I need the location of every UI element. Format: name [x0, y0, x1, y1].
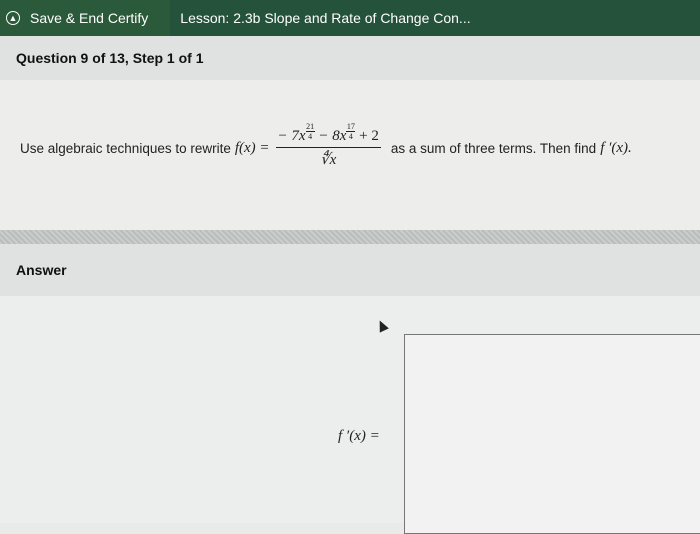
term-1: − 7x: [277, 128, 306, 144]
answer-input-box[interactable]: [404, 334, 700, 534]
exponent-2: 17 4: [346, 122, 356, 141]
lesson-title: Lesson: 2.3b Slope and Rate of Change Co…: [170, 0, 700, 36]
find-expression: f ′(x).: [600, 140, 632, 156]
exponent-1-den: 4: [308, 132, 313, 141]
function-fraction: − 7x 21 4 − 8x 17 4 + 2 ∜x: [275, 122, 381, 169]
save-and-end-button[interactable]: ▲ Save & End Certify: [0, 0, 170, 36]
save-label: Save & End Certify: [30, 10, 149, 26]
answer-label: f ′(x) =: [338, 428, 380, 444]
term-3: + 2: [355, 128, 379, 144]
top-bar: ▲ Save & End Certify Lesson: 2.3b Slope …: [0, 0, 700, 36]
prompt-end: as a sum of three terms. Then find: [390, 141, 597, 156]
fraction-denominator: ∜x: [320, 152, 337, 168]
exponent-2-den: 4: [348, 132, 353, 141]
prompt-start: Use algebraic techniques to rewrite: [20, 141, 231, 156]
question-header: Question 9 of 13, Step 1 of 1: [0, 36, 700, 80]
answer-header: Answer: [0, 244, 700, 296]
fraction-numerator: − 7x 21 4 − 8x 17 4 + 2: [275, 122, 381, 148]
power-icon: ▲: [6, 11, 20, 25]
question-prompt: Use algebraic techniques to rewrite f(x)…: [20, 122, 632, 169]
exponent-1-num: 21: [306, 122, 315, 131]
exponent-2-num: 17: [346, 122, 355, 131]
section-divider: [0, 230, 700, 244]
function-lhs: f(x) =: [234, 140, 270, 156]
term-2: − 8x: [314, 128, 347, 144]
exponent-1: 21 4: [305, 122, 315, 141]
